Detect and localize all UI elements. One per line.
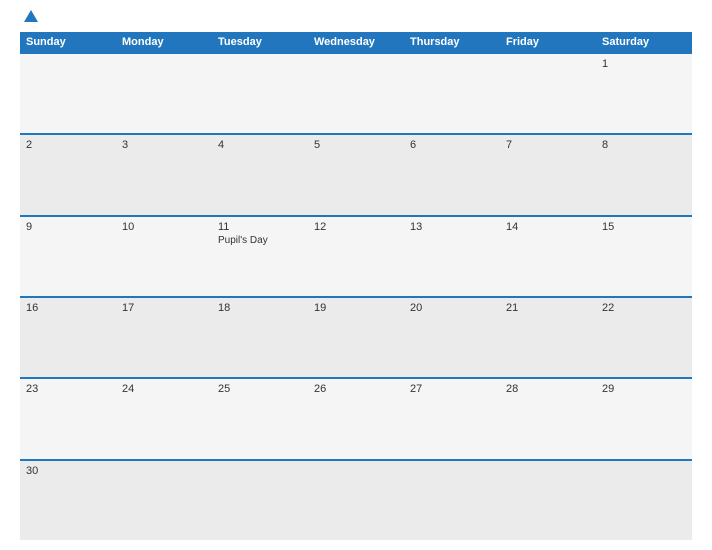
calendar-cell: 7: [500, 135, 596, 214]
calendar-cell: [116, 461, 212, 540]
calendar-cell: 6: [404, 135, 500, 214]
calendar-cell: 21: [500, 298, 596, 377]
calendar-cell: [500, 54, 596, 133]
day-number: 24: [122, 383, 206, 395]
calendar-cell: 18: [212, 298, 308, 377]
calendar-cell: 29: [596, 379, 692, 458]
header: [20, 10, 692, 24]
day-number: 8: [602, 139, 686, 151]
day-number: 2: [26, 139, 110, 151]
calendar-body: 1234567891011Pupil's Day1213141516171819…: [20, 52, 692, 540]
calendar-cell: 20: [404, 298, 500, 377]
day-number: 9: [26, 221, 110, 233]
day-number: 10: [122, 221, 206, 233]
day-number: 19: [314, 302, 398, 314]
calendar-cell: 1: [596, 54, 692, 133]
calendar-cell: [404, 54, 500, 133]
calendar: SundayMondayTuesdayWednesdayThursdayFrid…: [20, 32, 692, 540]
calendar-cell: 15: [596, 217, 692, 296]
calendar-cell: 23: [20, 379, 116, 458]
logo: [20, 10, 38, 24]
day-number: 16: [26, 302, 110, 314]
event-label: Pupil's Day: [218, 235, 302, 246]
calendar-cell: [308, 54, 404, 133]
calendar-cell: [404, 461, 500, 540]
calendar-cell: 26: [308, 379, 404, 458]
calendar-cell: 22: [596, 298, 692, 377]
calendar-row-4: 23 24 25 26 27 28 29: [20, 377, 692, 458]
day-number: 6: [410, 139, 494, 151]
calendar-cell: 27: [404, 379, 500, 458]
calendar-row-3: 16 17 18 19 20 21 22: [20, 296, 692, 377]
day-number: 12: [314, 221, 398, 233]
calendar-cell: 28: [500, 379, 596, 458]
calendar-page: SundayMondayTuesdayWednesdayThursdayFrid…: [0, 0, 712, 550]
calendar-cell: 9: [20, 217, 116, 296]
calendar-cell: [500, 461, 596, 540]
calendar-cell: 8: [596, 135, 692, 214]
day-number: 14: [506, 221, 590, 233]
day-number: 4: [218, 139, 302, 151]
day-number: 13: [410, 221, 494, 233]
calendar-cell: 10: [116, 217, 212, 296]
calendar-cell: 25: [212, 379, 308, 458]
weekday-header-saturday: Saturday: [596, 32, 692, 52]
day-number: 28: [506, 383, 590, 395]
calendar-cell: [20, 54, 116, 133]
calendar-cell: [212, 54, 308, 133]
calendar-row-2: 9 10 11 Pupil's Day 12 13 14 15: [20, 215, 692, 296]
day-number: 21: [506, 302, 590, 314]
day-number: 5: [314, 139, 398, 151]
calendar-cell: [308, 461, 404, 540]
day-number: 11: [218, 221, 302, 233]
calendar-cell: 11 Pupil's Day: [212, 217, 308, 296]
weekday-header-sunday: Sunday: [20, 32, 116, 52]
calendar-header: SundayMondayTuesdayWednesdayThursdayFrid…: [20, 32, 692, 52]
calendar-cell: 19: [308, 298, 404, 377]
day-number: 1: [602, 58, 686, 70]
calendar-cell: [596, 461, 692, 540]
day-number: 22: [602, 302, 686, 314]
calendar-cell: 5: [308, 135, 404, 214]
day-number: 15: [602, 221, 686, 233]
calendar-cell: [212, 461, 308, 540]
calendar-cell: [116, 54, 212, 133]
day-number: 30: [26, 465, 110, 477]
calendar-cell: 24: [116, 379, 212, 458]
weekday-header-thursday: Thursday: [404, 32, 500, 52]
calendar-cell: 17: [116, 298, 212, 377]
calendar-row-5: 30: [20, 459, 692, 540]
logo-triangle-icon: [24, 10, 38, 22]
day-number: 29: [602, 383, 686, 395]
calendar-cell: 14: [500, 217, 596, 296]
calendar-cell: 2: [20, 135, 116, 214]
calendar-cell: 16: [20, 298, 116, 377]
day-number: 27: [410, 383, 494, 395]
calendar-cell: 4: [212, 135, 308, 214]
calendar-cell: 3: [116, 135, 212, 214]
day-number: 25: [218, 383, 302, 395]
day-number: 17: [122, 302, 206, 314]
weekday-header-tuesday: Tuesday: [212, 32, 308, 52]
day-number: 20: [410, 302, 494, 314]
calendar-row-1: 2345678: [20, 133, 692, 214]
day-number: 26: [314, 383, 398, 395]
weekday-header-friday: Friday: [500, 32, 596, 52]
day-number: 18: [218, 302, 302, 314]
weekday-header-wednesday: Wednesday: [308, 32, 404, 52]
day-number: 7: [506, 139, 590, 151]
calendar-cell: 13: [404, 217, 500, 296]
weekday-header-monday: Monday: [116, 32, 212, 52]
calendar-row-0: 1: [20, 52, 692, 133]
calendar-cell: 30: [20, 461, 116, 540]
day-number: 3: [122, 139, 206, 151]
calendar-cell: 12: [308, 217, 404, 296]
day-number: 23: [26, 383, 110, 395]
